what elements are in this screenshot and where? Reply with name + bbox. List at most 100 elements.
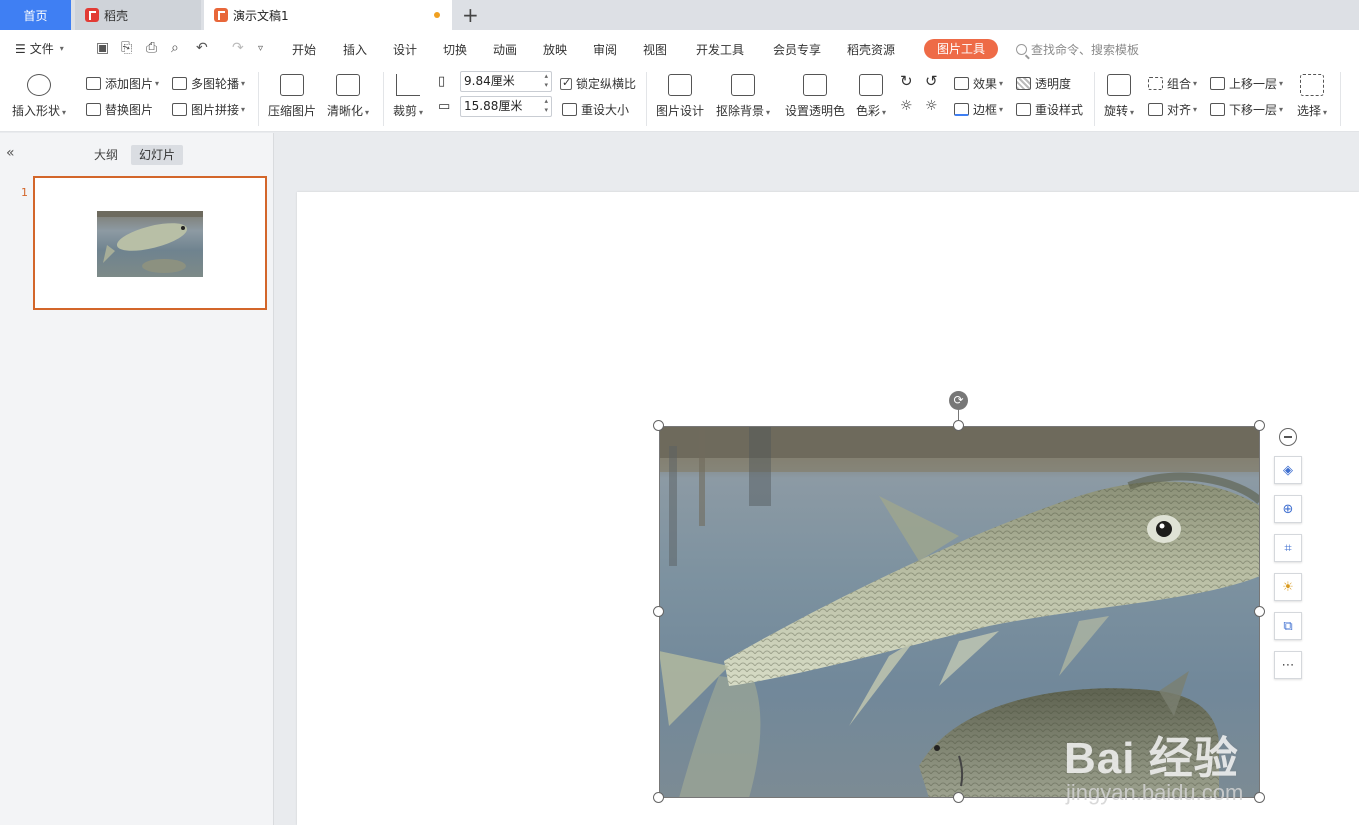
rotate-icon xyxy=(1107,74,1132,96)
increase-brightness-icon[interactable]: ☼ xyxy=(900,98,913,114)
menu-transition[interactable]: 切换 xyxy=(443,41,467,58)
width-icon: ▭ xyxy=(438,99,451,114)
send-backward-icon xyxy=(1210,103,1225,116)
resize-handle-top-left[interactable] xyxy=(653,420,664,431)
insert-shape-button[interactable]: 插入形状 ▾ xyxy=(12,74,66,119)
tab-docer[interactable]: 稻壳 xyxy=(75,0,201,30)
color-button[interactable]: 色彩 ▾ xyxy=(856,74,886,119)
resize-handle-bottom-right[interactable] xyxy=(1254,792,1265,803)
replace-picture-label: 替换图片 xyxy=(105,103,154,117)
file-menu-label: 文件 xyxy=(29,42,54,56)
resize-handle-top[interactable] xyxy=(953,420,964,431)
menu-insert[interactable]: 插入 xyxy=(343,41,367,58)
docer-logo-icon xyxy=(85,8,99,22)
menu-design[interactable]: 设计 xyxy=(393,41,417,58)
lock-aspect-ratio-checkbox[interactable]: 锁定纵横比 xyxy=(560,75,636,92)
group-button[interactable]: 组合 ▾ xyxy=(1148,75,1197,92)
slide[interactable]: ⟳ ◈ ⊕ ⌗ ☀ ⧉ ⋯ Bai 经验 jingyan.baidu.com xyxy=(297,192,1359,825)
border-button[interactable]: 边框 ▾ xyxy=(954,101,1003,118)
resize-handle-left[interactable] xyxy=(653,606,664,617)
resize-handle-right[interactable] xyxy=(1254,606,1265,617)
tab-picture-tool[interactable]: 图片工具 xyxy=(924,39,998,59)
print-preview-icon[interactable]: ⌕ xyxy=(171,40,179,56)
menu-animation[interactable]: 动画 xyxy=(493,41,517,58)
reset-style-button[interactable]: 重设样式 xyxy=(1016,101,1083,118)
select-button[interactable]: 选择 ▾ xyxy=(1297,74,1327,119)
increase-contrast-icon[interactable]: ↻ xyxy=(900,72,913,90)
rotate-handle-icon[interactable]: ⟳ xyxy=(949,391,968,410)
color-label: 色彩 xyxy=(856,104,881,118)
multi-carousel-button[interactable]: 多图轮播 ▾ xyxy=(172,75,245,92)
command-search[interactable]: 查找命令、搜索模板 xyxy=(1016,41,1139,58)
menu-docer-resources[interactable]: 稻壳资源 xyxy=(847,41,895,58)
zoom-in-icon[interactable]: ⊕ xyxy=(1274,495,1302,523)
tab-home[interactable]: 首页 xyxy=(0,0,71,30)
ribbon-separator xyxy=(1094,72,1095,126)
replace-picture-button[interactable]: 替换图片 xyxy=(86,101,153,118)
slide-thumbnail[interactable] xyxy=(33,176,267,310)
search-placeholder: 查找命令、搜索模板 xyxy=(1031,43,1140,57)
decrease-brightness-icon[interactable]: ☼ xyxy=(925,98,938,114)
send-backward-button[interactable]: 下移一层 ▾ xyxy=(1210,101,1283,118)
watermark-main: Bai 经验 xyxy=(1064,734,1239,783)
quick-access-more-icon[interactable]: ▿ xyxy=(258,43,263,54)
reset-size-button[interactable]: 重设大小 xyxy=(562,101,629,118)
menu-start[interactable]: 开始 xyxy=(292,41,316,58)
reset-style-label: 重设样式 xyxy=(1035,103,1084,117)
layers-icon[interactable]: ◈ xyxy=(1274,456,1302,484)
crop-button[interactable]: 裁剪 ▾ xyxy=(393,74,423,119)
picture-ribbon: 插入形状 ▾ 添加图片 ▾ 替换图片 多图轮播 ▾ 图片拼接 ▾ 压缩图片 清晰化 ▾ 裁… xyxy=(0,68,1359,132)
width-input[interactable]: 15.88厘米 xyxy=(460,96,552,117)
collapse-toolbar-icon[interactable] xyxy=(1279,428,1297,446)
remove-background-button[interactable]: 抠除背景 ▾ xyxy=(716,74,770,119)
tab-presentation[interactable]: 演示文稿1 xyxy=(204,0,452,30)
align-button[interactable]: 对齐 ▾ xyxy=(1148,101,1197,118)
multi-carousel-label: 多图轮播 xyxy=(191,77,240,91)
resize-handle-bottom[interactable] xyxy=(953,792,964,803)
transparency-label: 透明度 xyxy=(1035,77,1072,91)
tab-slides[interactable]: 幻灯片 xyxy=(131,145,184,165)
new-tab-plus-icon[interactable]: + xyxy=(462,3,479,27)
menu-bar: ☰ 文件 ▾ ▣ ⎘ ⎙ ⌕ ↶ ↷ ▿ 开始 插入 设计 切换 动画 放映 审… xyxy=(0,30,1359,68)
compress-label: 压缩图片 xyxy=(268,104,317,118)
rotate-button[interactable]: 旋转 ▾ xyxy=(1104,74,1134,119)
save-icon[interactable]: ▣ xyxy=(96,40,109,56)
picture-collage-button[interactable]: 图片拼接 ▾ xyxy=(172,101,245,118)
menu-review[interactable]: 审阅 xyxy=(593,41,617,58)
transparency-button[interactable]: 透明度 xyxy=(1016,75,1071,92)
image-convert-icon[interactable]: ⧉ xyxy=(1274,612,1302,640)
effects-label: 效果 xyxy=(973,77,998,91)
resize-handle-bottom-left[interactable] xyxy=(653,792,664,803)
picture-design-button[interactable]: 图片设计 xyxy=(656,74,704,119)
menu-slideshow[interactable]: 放映 xyxy=(543,41,567,58)
transparency-icon xyxy=(1016,77,1031,90)
menu-membership[interactable]: 会员专享 xyxy=(773,41,821,58)
compress-picture-button[interactable]: 压缩图片 xyxy=(268,74,316,119)
height-input[interactable]: 9.84厘米 xyxy=(460,71,552,92)
menu-view[interactable]: 视图 xyxy=(643,41,667,58)
file-menu[interactable]: ☰ 文件 ▾ xyxy=(15,40,64,57)
crop-icon[interactable]: ⌗ xyxy=(1274,534,1302,562)
bring-forward-button[interactable]: 上移一层 ▾ xyxy=(1210,75,1283,92)
bulb-icon[interactable]: ☀ xyxy=(1274,573,1302,601)
compress-icon xyxy=(280,74,304,96)
resize-handle-top-right[interactable] xyxy=(1254,420,1265,431)
undo-icon[interactable]: ↶ xyxy=(196,40,208,56)
reset-size-label: 重设大小 xyxy=(581,103,630,117)
bring-forward-label: 上移一层 xyxy=(1229,77,1278,91)
menu-developer[interactable]: 开发工具 xyxy=(696,41,744,58)
decrease-contrast-icon[interactable]: ↺ xyxy=(925,72,938,90)
sharpen-button[interactable]: 清晰化 ▾ xyxy=(327,74,369,119)
export-pdf-icon[interactable]: ⎘ xyxy=(121,40,132,56)
effects-button[interactable]: 效果 ▾ xyxy=(954,75,1003,92)
set-transparent-color-button[interactable]: 设置透明色 xyxy=(785,74,845,119)
sharpen-icon xyxy=(336,74,361,96)
collapse-panel-icon[interactable]: « xyxy=(6,145,15,161)
select-cursor-icon xyxy=(1300,74,1325,96)
tab-outline[interactable]: 大纲 xyxy=(86,145,126,165)
rotate-label: 旋转 xyxy=(1104,104,1129,118)
add-picture-button[interactable]: 添加图片 ▾ xyxy=(86,75,159,92)
redo-icon[interactable]: ↷ xyxy=(232,40,244,56)
more-icon[interactable]: ⋯ xyxy=(1274,651,1302,679)
print-icon[interactable]: ⎙ xyxy=(146,40,157,56)
